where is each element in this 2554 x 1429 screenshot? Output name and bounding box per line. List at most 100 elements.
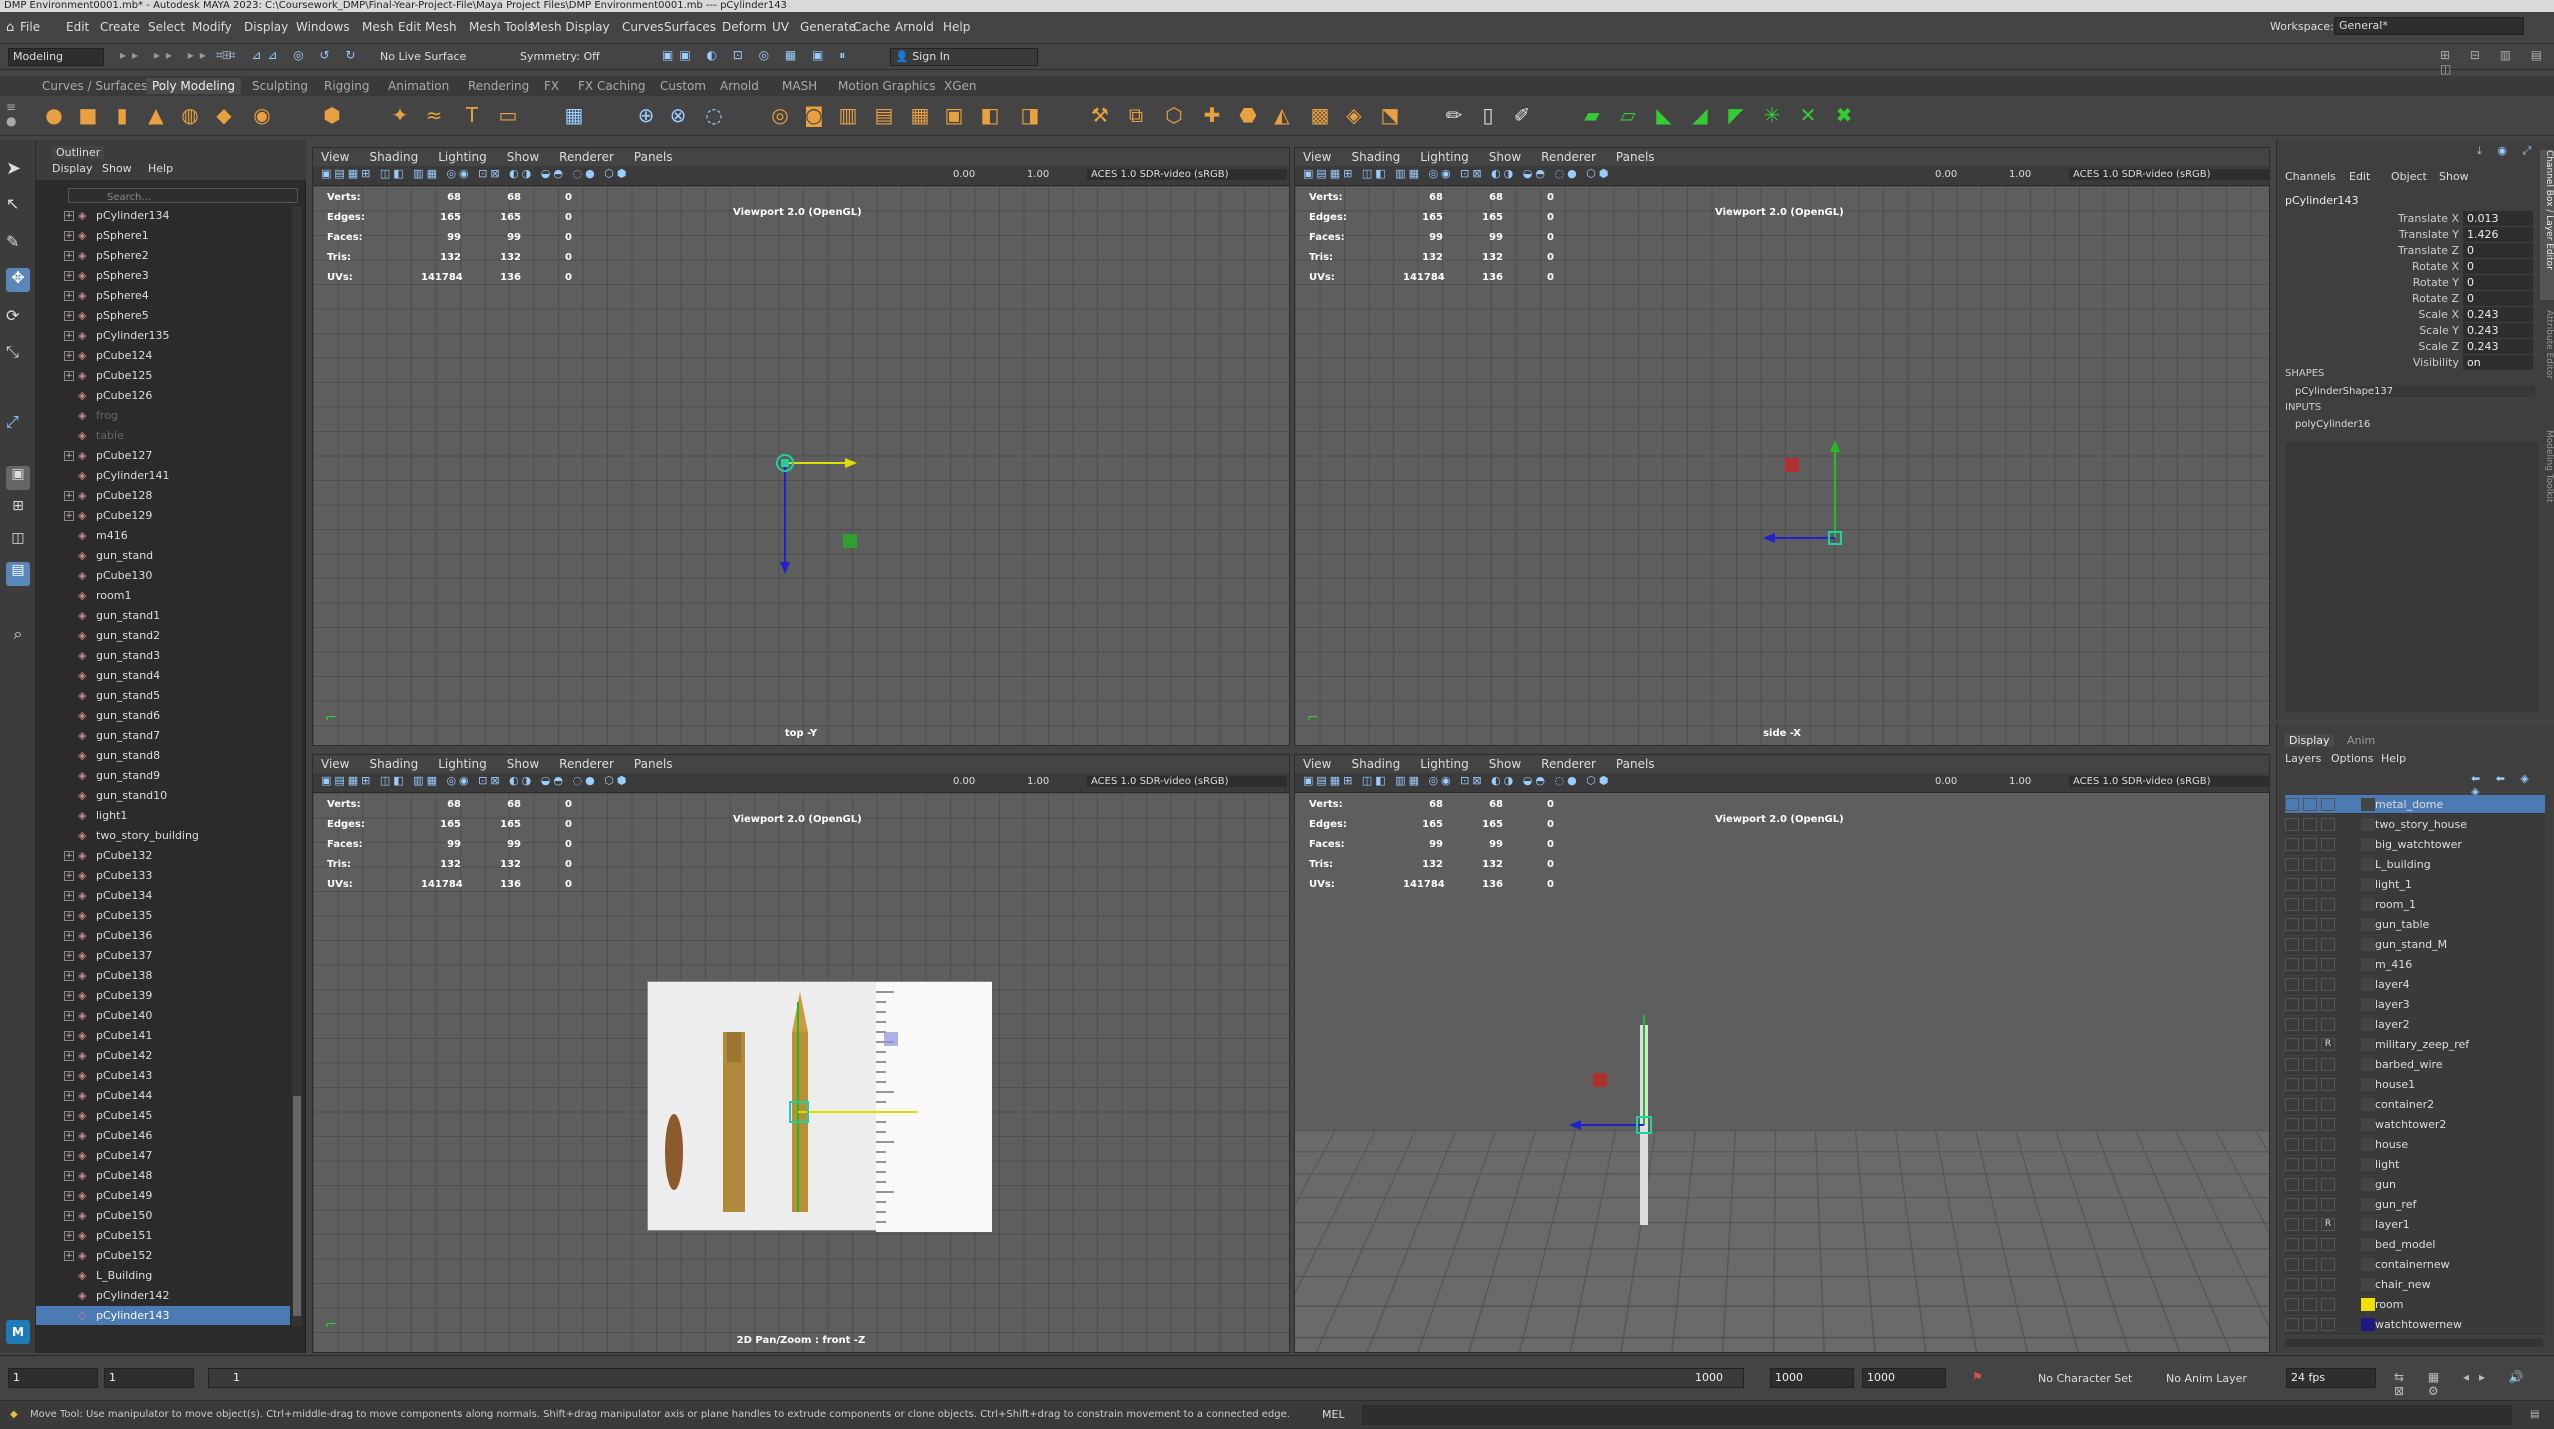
outliner-item[interactable]: + ◈ pCube125 [36, 366, 290, 385]
smooth-icon[interactable]: ◌ [700, 101, 728, 129]
fill-hole-icon[interactable]: ▥ [834, 101, 862, 129]
current-frame-field[interactable]: 1 [104, 1368, 194, 1388]
layer-color-swatch[interactable] [2361, 958, 2375, 971]
colorspace-dropdown[interactable]: ACES 1.0 SDR-video (sRGB) [1087, 169, 1287, 180]
outliner-item[interactable]: ◇ pCylinder143 [36, 1306, 290, 1325]
layer-row[interactable]: room_1 [2285, 895, 2545, 914]
viewport-menu-shading[interactable]: Shading [1351, 150, 1400, 164]
playback-toggle[interactable] [2303, 1178, 2317, 1191]
outliner-item[interactable]: + ◈ pCube149 [36, 1186, 290, 1205]
playback-end-field[interactable]: 1000 [1862, 1368, 1946, 1388]
viewport-menu-shading[interactable]: Shading [1351, 757, 1400, 771]
expand-icon[interactable]: + [64, 1211, 74, 1221]
single-view-icon[interactable]: ▣ [6, 466, 30, 490]
outliner-item[interactable]: + ◈ pCube127 [36, 446, 290, 465]
layer-row[interactable]: two_story_house [2285, 815, 2545, 834]
layer-row[interactable]: layer4 [2285, 975, 2545, 994]
playback-toggle[interactable] [2303, 1078, 2317, 1091]
layer-tab-anim[interactable]: Anim [2347, 734, 2375, 747]
expand-icon[interactable]: + [64, 211, 74, 221]
viewport-menu-panels[interactable]: Panels [1616, 757, 1655, 771]
visibility-toggle[interactable] [2285, 1298, 2299, 1311]
reference-toggle[interactable] [2321, 1098, 2335, 1111]
playback-toggle[interactable] [2303, 838, 2317, 851]
viewport-persp[interactable]: View Shading Lighting Show Renderer Panels ▣▤▦… [1294, 754, 2270, 1353]
menu-deform[interactable]: Deform [722, 20, 767, 34]
playback-toggle[interactable] [2303, 1258, 2317, 1271]
reference-toggle[interactable] [2321, 1278, 2335, 1291]
channel-name[interactable]: Rotate X [2337, 260, 2459, 273]
plane-icon[interactable]: ◆ [210, 101, 238, 129]
viewport-menu-show[interactable]: Show [507, 150, 539, 164]
outliner-menu-display[interactable]: Display [52, 162, 93, 175]
outliner-item[interactable]: + ◈ pCube137 [36, 946, 290, 965]
knife-icon[interactable]: ⚒ [1086, 101, 1114, 129]
outliner-item[interactable]: + ◈ pCube128 [36, 486, 290, 505]
outliner-item[interactable]: + ◈ pCube144 [36, 1086, 290, 1105]
layer-menu-help[interactable]: Help [2381, 752, 2406, 765]
layer-scrollbar[interactable] [2285, 1339, 2543, 1347]
viewport-menu-lighting[interactable]: Lighting [1420, 150, 1469, 164]
channel-value-field[interactable]: 0 [2463, 275, 2533, 290]
layer-color-swatch[interactable] [2361, 1118, 2375, 1131]
shelf-tab-rigging[interactable]: Rigging [318, 78, 375, 94]
layer-color-swatch[interactable] [2361, 1278, 2375, 1291]
visibility-toggle[interactable] [2285, 1058, 2299, 1071]
reference-toggle[interactable] [2321, 1258, 2335, 1271]
start-frame-field[interactable]: 1 [8, 1368, 98, 1388]
gamma-value[interactable]: 1.00 [1027, 169, 1049, 180]
layer-row[interactable]: Rlayer1 [2285, 1215, 2545, 1234]
outliner-item[interactable]: ◈ m416 [36, 526, 290, 545]
expand-icon[interactable]: + [64, 1051, 74, 1061]
layer-color-swatch[interactable] [2361, 858, 2375, 871]
expand-icon[interactable]: + [64, 451, 74, 461]
shelf-tab-motion-graphics[interactable]: Motion Graphics [832, 78, 942, 94]
viewport-menu-panels[interactable]: Panels [634, 150, 673, 164]
layer-color-swatch[interactable] [2361, 1218, 2375, 1231]
layer-row[interactable]: light_1 [2285, 875, 2545, 894]
channel-box-icons[interactable]: ⤓ ◉ ⤢ [2477, 144, 2537, 158]
layer-color-swatch[interactable] [2361, 898, 2375, 911]
layer-color-swatch[interactable] [2361, 1058, 2375, 1071]
shelf-tab-fx-caching[interactable]: FX Caching [572, 78, 651, 94]
layer-row[interactable]: barbed_wire [2285, 1055, 2545, 1074]
reference-toggle[interactable] [2321, 858, 2335, 871]
outliner-item[interactable]: ◈ room1 [36, 586, 290, 605]
four-view-icon[interactable]: ⊞ [6, 498, 30, 522]
torus-icon[interactable]: ◍ [176, 101, 204, 129]
outliner-item[interactable]: + ◈ pCube146 [36, 1126, 290, 1145]
outliner-item[interactable]: + ◈ pCube152 [36, 1246, 290, 1265]
outliner-item[interactable]: + ◈ pCube140 [36, 1006, 290, 1025]
playback-icons[interactable]: ⇆ ▦ ◂▸ 🔊 ⊠ ⚙ [2394, 1370, 2554, 1398]
expand-icon[interactable]: + [64, 871, 74, 881]
playback-toggle[interactable] [2303, 898, 2317, 911]
channel-name[interactable]: Rotate Z [2337, 292, 2459, 305]
layer-row[interactable]: watchtowernew [2285, 1315, 2545, 1334]
range-slider-bar[interactable]: 1 1000 [208, 1368, 1744, 1388]
expand-icon[interactable]: + [64, 511, 74, 521]
playback-toggle[interactable] [2303, 1018, 2317, 1031]
layer-row[interactable]: light [2285, 1155, 2545, 1174]
reference-toggle[interactable] [2321, 1238, 2335, 1251]
outliner-item[interactable]: + ◈ pCylinder134 [36, 206, 290, 225]
disc-icon[interactable]: ◉ [248, 101, 276, 129]
exposure-value[interactable]: 0.00 [953, 169, 975, 180]
menu-surfaces[interactable]: Surfaces [664, 20, 716, 34]
render-icons[interactable]: ▣▣ ◐ ⊡ ◎ ▦ ▣ ⏸ [662, 48, 851, 63]
sign-in-button[interactable]: 👤 Sign In [890, 48, 1038, 66]
layer-row[interactable]: house [2285, 1135, 2545, 1154]
uv-editor-icon[interactable]: ▦ [560, 101, 588, 129]
menu-help[interactable]: Help [943, 20, 970, 34]
expand-icon[interactable]: + [64, 231, 74, 241]
shelf-tab-custom[interactable]: Custom [654, 78, 712, 94]
move-manipulator[interactable] [1735, 438, 1875, 578]
menu-mesh-tools[interactable]: Mesh Tools [469, 20, 534, 34]
viewport-menu-lighting[interactable]: Lighting [438, 757, 487, 771]
channel-menu-object[interactable]: Object [2391, 170, 2427, 183]
outliner-item[interactable]: ◈ gun_stand7 [36, 726, 290, 745]
outliner-item[interactable]: ◈ gun_stand10 [36, 786, 290, 805]
target-weld-icon[interactable]: ◧ [976, 101, 1004, 129]
layer-color-swatch[interactable] [2361, 1038, 2375, 1051]
menu-file[interactable]: File [20, 20, 40, 34]
channel-name[interactable]: Scale Y [2337, 324, 2459, 337]
